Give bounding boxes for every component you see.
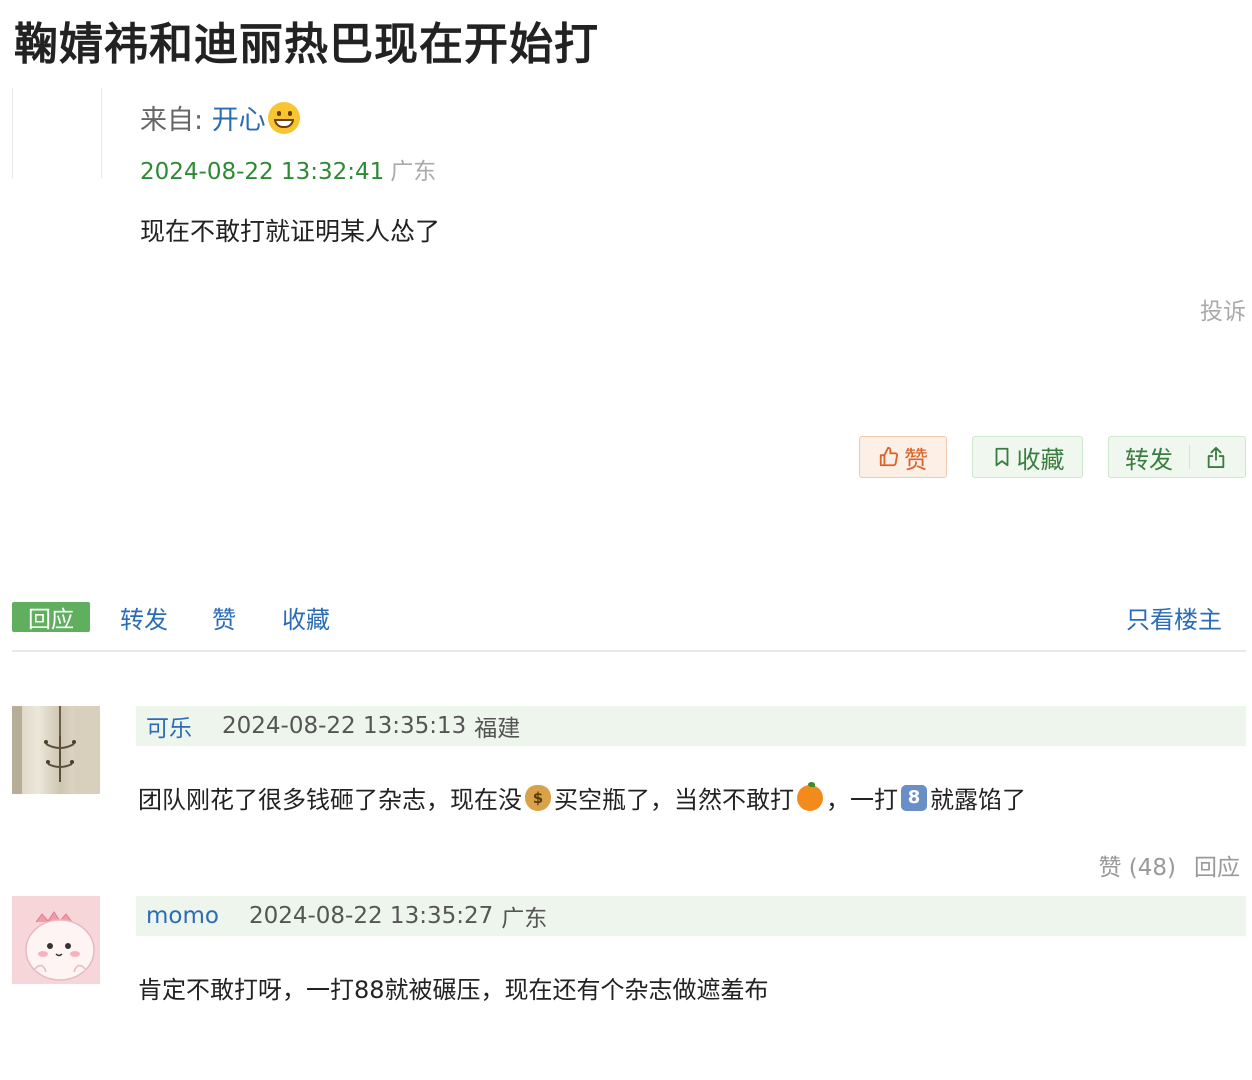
comment-header: momo 2024-08-22 13:35:27 广东 — [136, 896, 1246, 936]
orange-icon — [797, 781, 823, 811]
share-icon[interactable] — [1205, 445, 1227, 469]
chandelier-photo — [12, 706, 100, 794]
action-favorite-link[interactable]: 收藏 — [282, 600, 330, 635]
post-content: 现在不敢打就证明某人怂了 — [140, 217, 441, 246]
comment-text-part: 就露馅了 — [930, 786, 1026, 814]
comment-content: 肯定不敢打呀，一打88就被碾压，现在还有个杂志做遮羞布 — [138, 976, 769, 1004]
comment-location: 福建 — [474, 716, 521, 742]
money-bag-icon: $ — [525, 784, 551, 811]
commenter-avatar[interactable] — [12, 896, 100, 984]
action-like-link[interactable]: 赞 — [212, 600, 236, 635]
favorite-button-label: 收藏 — [1016, 445, 1065, 474]
thumbs-up-icon — [879, 446, 899, 467]
comment-footer: 赞 (48) 回应 — [1080, 848, 1240, 882]
comment-timestamp: 2024-08-22 13:35:13 — [222, 713, 467, 739]
action-forward-link[interactable]: 转发 — [120, 600, 168, 635]
forward-button[interactable]: 转发 — [1108, 436, 1246, 478]
cartoon-avatar — [25, 911, 95, 981]
keycap-8-icon: 8 — [901, 784, 927, 811]
divider — [12, 650, 1246, 652]
comment-text-part: 团队刚花了很多钱砸了杂志，现在没 — [138, 786, 522, 814]
comment-location: 广东 — [501, 906, 548, 932]
like-button[interactable]: 赞 — [859, 436, 947, 478]
grinning-face-icon — [267, 102, 300, 134]
post-location: 广东 — [390, 159, 437, 185]
post-timestamp: 2024-08-22 13:32:41 — [140, 159, 385, 185]
comment-text-part: 买空瓶了，当然不敢打 — [554, 786, 794, 814]
favorite-button[interactable]: 收藏 — [972, 436, 1083, 478]
button-divider — [1188, 445, 1190, 469]
comment-content: 团队刚花了很多钱砸了杂志，现在没 $ 买空瓶了，当然不敢打 ，一打 8 就露馅了 — [138, 780, 1026, 815]
bookmark-icon — [995, 447, 1008, 467]
from-label: 来自: — [140, 105, 212, 136]
only-op-link[interactable]: 只看楼主 — [1126, 600, 1222, 635]
comment-like-link[interactable]: 赞 (48) — [1098, 855, 1176, 881]
comment-author[interactable]: 可乐 — [146, 709, 192, 743]
comment-author[interactable]: momo — [146, 903, 219, 929]
like-button-label: 赞 — [904, 445, 928, 474]
comment-header: 可乐 2024-08-22 13:35:13 福建 — [136, 706, 1246, 746]
action-bar: 回应 转发 赞 收藏 只看楼主 — [12, 600, 1246, 634]
comment-reply-link[interactable]: 回应 — [1194, 855, 1240, 881]
report-link[interactable]: 投诉 — [1200, 292, 1246, 326]
post-meta: 2024-08-22 13:32:41 广东 — [140, 152, 436, 186]
post-author-name[interactable]: 开心 — [212, 105, 266, 136]
forward-button-label: 转发 — [1125, 445, 1173, 474]
post-author-line: 来自: 开心 — [140, 98, 300, 137]
comment-text-part: ，一打 — [826, 786, 898, 814]
post-title: 鞠婧祎和迪丽热巴现在开始打 — [14, 19, 599, 70]
commenter-avatar[interactable] — [12, 706, 100, 794]
reply-button[interactable]: 回应 — [12, 602, 90, 633]
op-avatar[interactable] — [12, 88, 102, 178]
comment-timestamp: 2024-08-22 13:35:27 — [248, 903, 494, 929]
